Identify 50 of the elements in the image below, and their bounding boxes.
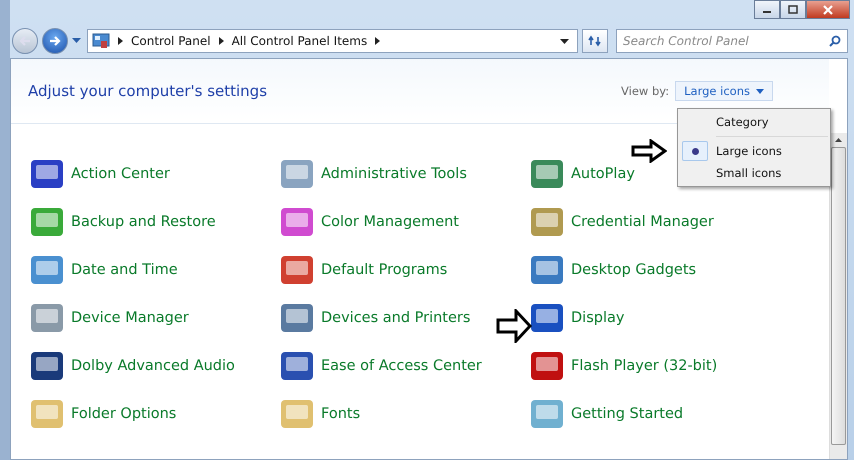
breadcrumb[interactable]: All Control Panel Items [232,34,368,48]
control-panel-link[interactable]: Administrative Tools [321,166,467,182]
arrow-icon [631,139,667,163]
control-panel-link[interactable]: Device Manager [71,310,189,326]
control-panel-link[interactable]: Getting Started [571,406,684,422]
control-panel-link[interactable]: Display [571,310,624,326]
control-panel-link[interactable]: AutoPlay [571,166,635,182]
forward-button[interactable] [42,28,68,54]
maximize-button[interactable] [780,0,806,19]
scrollbar[interactable] [829,133,847,459]
caret-icon [756,88,764,94]
page-title: Adjust your computer's settings [28,82,268,100]
control-panel-link[interactable]: Devices and Printers [321,310,470,326]
left-arrow-icon [18,35,32,47]
close-button[interactable] [806,0,850,19]
chevron-icon[interactable] [118,37,123,45]
control-panel-link[interactable]: Fonts [321,406,360,422]
minimize-button[interactable] [754,0,780,19]
menu-item[interactable]: Small icons [680,162,828,184]
search-field[interactable]: Search Control Panel [616,29,848,53]
control-panel-link[interactable]: Default Programs [321,262,448,278]
search-icon[interactable] [829,35,841,47]
view-by-label: View by: [621,84,670,98]
control-panel-link[interactable]: Flash Player (32-bit) [571,358,718,374]
address-bar[interactable]: Control Panel All Control Panel Items [87,29,578,53]
arrow-icon [496,309,532,343]
right-arrow-icon [48,35,62,47]
dropdown-arrow-icon[interactable] [560,38,569,44]
control-panel-link[interactable]: Ease of Access Center [321,358,482,374]
view-by-dropdown[interactable]: Large icons [675,81,773,101]
control-panel-link[interactable]: Date and Time [71,262,178,278]
maximize-icon [788,5,798,14]
control-panel-link[interactable]: Backup and Restore [71,214,216,230]
close-icon [822,4,834,14]
chevron-icon[interactable] [218,37,224,45]
breadcrumb[interactable]: Control Panel [131,34,211,48]
control-panel-link[interactable]: Action Center [71,166,170,182]
control-panel-link[interactable]: Color Management [321,214,459,230]
refresh-button[interactable] [582,29,608,53]
refresh-icon [588,35,602,47]
menu-item[interactable]: Category [680,111,828,133]
control-panel-link[interactable]: Folder Options [71,406,176,422]
control-panel-link[interactable]: Desktop Gadgets [571,262,696,278]
control-panel-link[interactable]: Dolby Advanced Audio [71,358,235,374]
control-panel-link[interactable]: Credential Manager [571,214,714,230]
back-button[interactable] [12,28,38,54]
scroll-up-icon[interactable] [835,138,842,142]
chevron-icon[interactable] [375,37,380,45]
menu-item[interactable]: Large icons [680,140,828,162]
control-panel-icon [92,33,110,49]
